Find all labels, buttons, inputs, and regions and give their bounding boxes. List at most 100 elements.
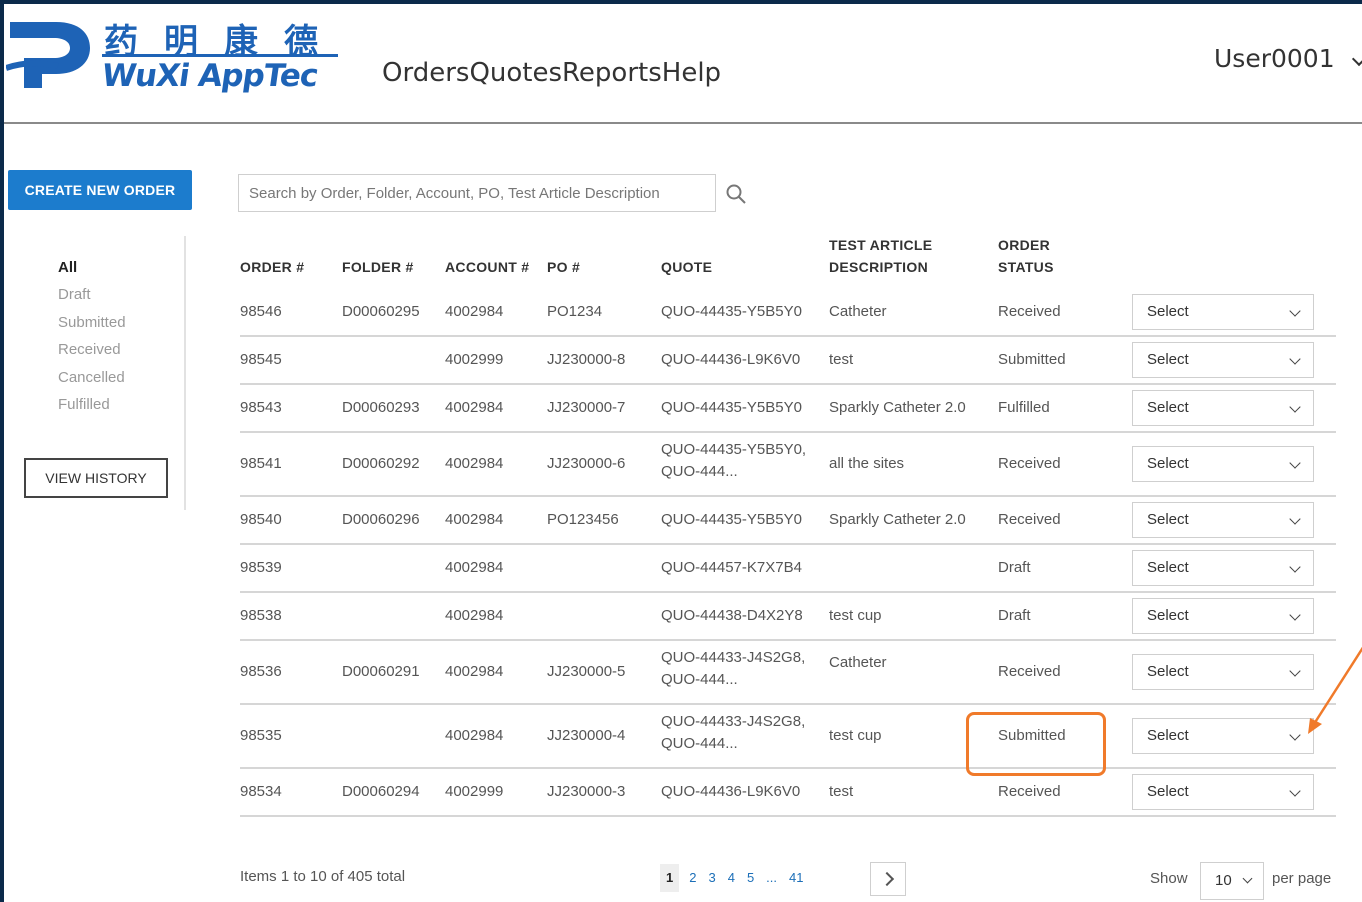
pagination: 1 2 3 4 5 ... 41 [660, 864, 815, 892]
cell-status: Received [998, 511, 1061, 528]
row-action-select-label: Select [1147, 727, 1189, 744]
row-divider [240, 767, 1336, 769]
next-page-button[interactable] [870, 862, 906, 896]
filter-draft[interactable]: Draft [58, 285, 126, 312]
logo-english-text: WuXi AppTec [99, 58, 320, 94]
nav-reports[interactable]: Reports [562, 58, 662, 88]
cell-po: JJ230000-8 [547, 351, 626, 368]
row-divider [240, 639, 1336, 641]
filter-all[interactable]: All [58, 258, 126, 285]
top-header: 药明康德 WuXi AppTec Orders Quotes Reports H… [4, 4, 1362, 124]
status-highlight-box [966, 712, 1106, 776]
filter-submitted[interactable]: Submitted [58, 313, 126, 340]
row-action-select[interactable]: Select [1132, 390, 1314, 426]
cell-folder: D00060291 [342, 663, 420, 680]
col-header-desc-line1: TEST ARTICLE [829, 237, 933, 253]
cell-account: 4002999 [445, 351, 504, 368]
page-2[interactable]: 2 [689, 864, 696, 892]
row-action-select-label: Select [1147, 511, 1189, 528]
row-action-select[interactable]: Select [1132, 550, 1314, 586]
create-new-order-button[interactable]: CREATE NEW ORDER [8, 170, 192, 210]
cell-status: Submitted [998, 351, 1066, 368]
row-action-select[interactable]: Select [1132, 294, 1314, 330]
cell-folder: D00060293 [342, 399, 420, 416]
cell-account: 4002999 [445, 783, 504, 800]
row-divider [240, 591, 1336, 593]
chevron-down-icon [1289, 401, 1301, 413]
chevron-down-icon[interactable] [1351, 51, 1362, 67]
filter-fulfilled[interactable]: Fulfilled [58, 395, 126, 422]
page-3[interactable]: 3 [708, 864, 715, 892]
cell-quote: QUO-44435-Y5B5Y0 [661, 303, 802, 320]
cell-account: 4002984 [445, 559, 504, 576]
cell-order: 98540 [240, 511, 282, 528]
user-menu[interactable]: User0001 [1214, 44, 1335, 73]
per-page-label: per page [1272, 870, 1332, 887]
nav-quotes[interactable]: Quotes [469, 58, 562, 88]
cell-description: Catheter [829, 303, 887, 320]
page-5[interactable]: 5 [747, 864, 754, 892]
cell-order: 98535 [240, 727, 282, 744]
cell-quote: QUO-44435-Y5B5Y0 [661, 511, 802, 528]
nav-orders[interactable]: Orders [382, 58, 469, 88]
cell-order: 98534 [240, 783, 282, 800]
cell-folder: D00060292 [342, 455, 420, 472]
row-action-select[interactable]: Select [1132, 502, 1314, 538]
cell-status: Draft [998, 607, 1031, 624]
cell-account: 4002984 [445, 607, 504, 624]
page-4[interactable]: 4 [728, 864, 735, 892]
row-action-select[interactable]: Select [1132, 718, 1314, 754]
cell-quote: QUO-44433-J4S2G8, [661, 713, 806, 730]
col-header-order: ORDER # [240, 259, 305, 275]
cell-quote: QUO-44436-L9K6V0 [661, 351, 801, 368]
show-label: Show [1150, 870, 1188, 887]
cell-po: JJ230000-6 [547, 455, 626, 472]
cell-quote: QUO-44436-L9K6V0 [661, 783, 801, 800]
cell-order: 98538 [240, 607, 282, 624]
chevron-down-icon [1289, 513, 1301, 525]
cell-quote: QUO-44457-K7X7B4 [661, 559, 802, 576]
cell-quote: QUO-44435-Y5B5Y0, [661, 441, 807, 458]
row-action-select[interactable]: Select [1132, 774, 1314, 810]
row-action-select-label: Select [1147, 351, 1189, 368]
annotation-arrow-icon [1308, 646, 1362, 734]
items-total-text: Items 1 to 10 of 405 total [240, 868, 406, 885]
cell-po: JJ230000-4 [547, 727, 626, 744]
col-header-desc-line2: DESCRIPTION [829, 259, 928, 275]
wuxi-logo-icon [6, 22, 90, 88]
row-action-select-label: Select [1147, 607, 1189, 624]
row-divider [240, 815, 1336, 817]
search-input[interactable] [238, 174, 716, 212]
cell-order: 98536 [240, 663, 282, 680]
row-action-select[interactable]: Select [1132, 598, 1314, 634]
cell-description: test [829, 783, 854, 800]
cell-account: 4002984 [445, 663, 504, 680]
search-icon[interactable] [724, 182, 748, 206]
cell-order: 98545 [240, 351, 282, 368]
row-divider [240, 335, 1336, 337]
chevron-down-icon [1289, 353, 1301, 365]
row-divider [240, 703, 1336, 705]
cell-quote-more: QUO-444... [661, 735, 738, 752]
view-history-button[interactable]: VIEW HISTORY [24, 458, 168, 498]
page-41[interactable]: 41 [789, 864, 803, 892]
row-divider [240, 543, 1336, 545]
chevron-right-icon [879, 871, 895, 887]
per-page-select[interactable]: 10 [1200, 862, 1264, 900]
cell-description: test cup [829, 727, 882, 744]
cell-description: Catheter [829, 654, 887, 671]
row-action-select[interactable]: Select [1132, 654, 1314, 690]
col-header-po: PO # [547, 259, 581, 275]
page-1[interactable]: 1 [660, 864, 680, 892]
cell-quote: QUO-44433-J4S2G8, [661, 649, 806, 666]
cell-quote: QUO-44438-D4X2Y8 [661, 607, 803, 624]
cell-status: Draft [998, 559, 1031, 576]
row-action-select[interactable]: Select [1132, 342, 1314, 378]
cell-description: Sparkly Catheter 2.0 [829, 511, 966, 528]
col-header-account: ACCOUNT # [445, 259, 530, 275]
filter-received[interactable]: Received [58, 340, 126, 367]
nav-help[interactable]: Help [662, 58, 721, 88]
row-action-select[interactable]: Select [1132, 446, 1314, 482]
cell-status: Received [998, 455, 1061, 472]
filter-cancelled[interactable]: Cancelled [58, 368, 126, 395]
